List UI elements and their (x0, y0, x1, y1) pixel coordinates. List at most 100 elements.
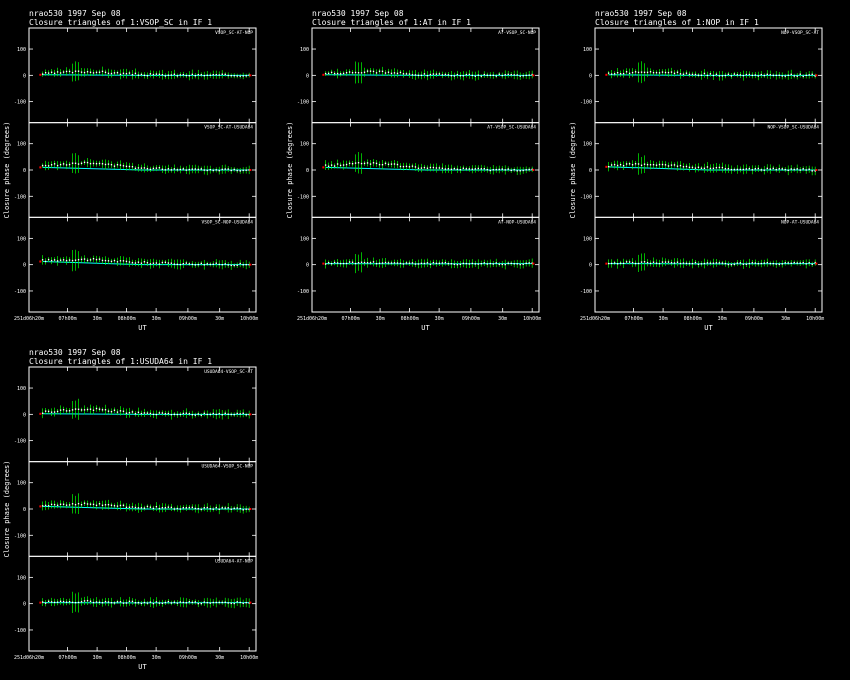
data-point (519, 75, 521, 77)
data-point (140, 167, 143, 169)
model-line (608, 74, 816, 76)
data-point (233, 602, 235, 605)
data-point (227, 413, 229, 415)
data-point (610, 73, 613, 75)
data-point (98, 503, 101, 505)
model-line (42, 261, 250, 266)
data-point (164, 507, 167, 509)
x-tick-label: 251d06h20m (14, 655, 44, 661)
data-point (522, 169, 524, 172)
x-tick-label: 30m (93, 316, 102, 322)
data-point (197, 73, 199, 76)
data-point (110, 504, 113, 506)
flagged-point (605, 262, 608, 265)
data-point (528, 74, 530, 76)
data-point (125, 165, 128, 168)
data-point (59, 600, 62, 603)
y-tick-label: 100 (583, 142, 592, 148)
data-point (480, 75, 482, 77)
data-point (74, 162, 77, 165)
data-point (53, 259, 56, 261)
data-point (185, 74, 188, 77)
data-point (634, 71, 637, 73)
data-point (480, 168, 482, 170)
x-tick-label: 30m (659, 316, 668, 322)
data-point (212, 169, 214, 172)
data-point (727, 73, 730, 75)
data-point (324, 263, 327, 265)
data-point (185, 507, 188, 509)
data-point (218, 601, 220, 604)
data-point (218, 74, 220, 76)
data-point (775, 168, 777, 171)
data-point (649, 164, 652, 166)
data-point (242, 169, 244, 172)
data-point (640, 261, 643, 263)
data-point (655, 164, 658, 166)
y-tick-label: -100 (14, 628, 26, 634)
data-point (218, 508, 220, 510)
data-point (688, 262, 691, 265)
data-point (336, 262, 339, 264)
data-point (44, 164, 47, 167)
data-point (53, 72, 56, 75)
data-point (122, 72, 125, 74)
x-tick-label: 08h00m (118, 655, 136, 661)
data-point (113, 505, 116, 507)
data-point (766, 73, 768, 76)
data-point (92, 162, 95, 165)
closure-panel: USUDA64-AT-NOP 100 0 -100 (14, 555, 257, 652)
data-point (790, 73, 792, 76)
x-tick-label: 09h00m (462, 316, 480, 322)
data-point (670, 71, 673, 73)
data-point (212, 412, 214, 415)
data-point (342, 72, 345, 75)
data-point (152, 602, 155, 605)
data-point (694, 73, 697, 76)
flagged-point (532, 169, 535, 171)
data-point (619, 73, 622, 75)
data-point (203, 507, 205, 509)
data-point (528, 168, 530, 171)
data-point (173, 263, 176, 265)
data-point (354, 71, 357, 74)
data-point (408, 166, 411, 168)
data-point (89, 162, 92, 165)
data-point (191, 263, 194, 266)
data-point (110, 601, 113, 604)
data-point (92, 409, 95, 412)
data-point (179, 263, 182, 266)
data-point (610, 164, 613, 166)
data-point (95, 504, 98, 507)
data-point (778, 168, 780, 170)
data-point (140, 507, 143, 509)
data-point (125, 412, 128, 414)
data-point (134, 413, 137, 415)
data-point (459, 263, 462, 266)
data-point (224, 601, 226, 603)
data-point (607, 262, 610, 265)
data-point (119, 601, 122, 603)
model-line (42, 74, 250, 76)
data-point (236, 75, 238, 77)
data-point (775, 263, 777, 265)
data-point (74, 259, 77, 261)
data-point (62, 503, 65, 505)
data-point (134, 262, 137, 264)
data-point (643, 261, 646, 263)
data-point (194, 414, 197, 416)
data-point (751, 74, 754, 77)
data-point (501, 168, 503, 170)
data-point (209, 263, 211, 266)
data-point (628, 261, 631, 263)
data-point (387, 71, 390, 73)
data-point (182, 73, 185, 76)
data-point (242, 75, 244, 77)
data-point (438, 73, 441, 75)
data-point (95, 258, 98, 261)
y-tick-label: 100 (300, 47, 309, 53)
data-point (47, 410, 50, 413)
data-point (366, 262, 369, 264)
data-point (465, 262, 468, 265)
data-point (655, 262, 658, 264)
